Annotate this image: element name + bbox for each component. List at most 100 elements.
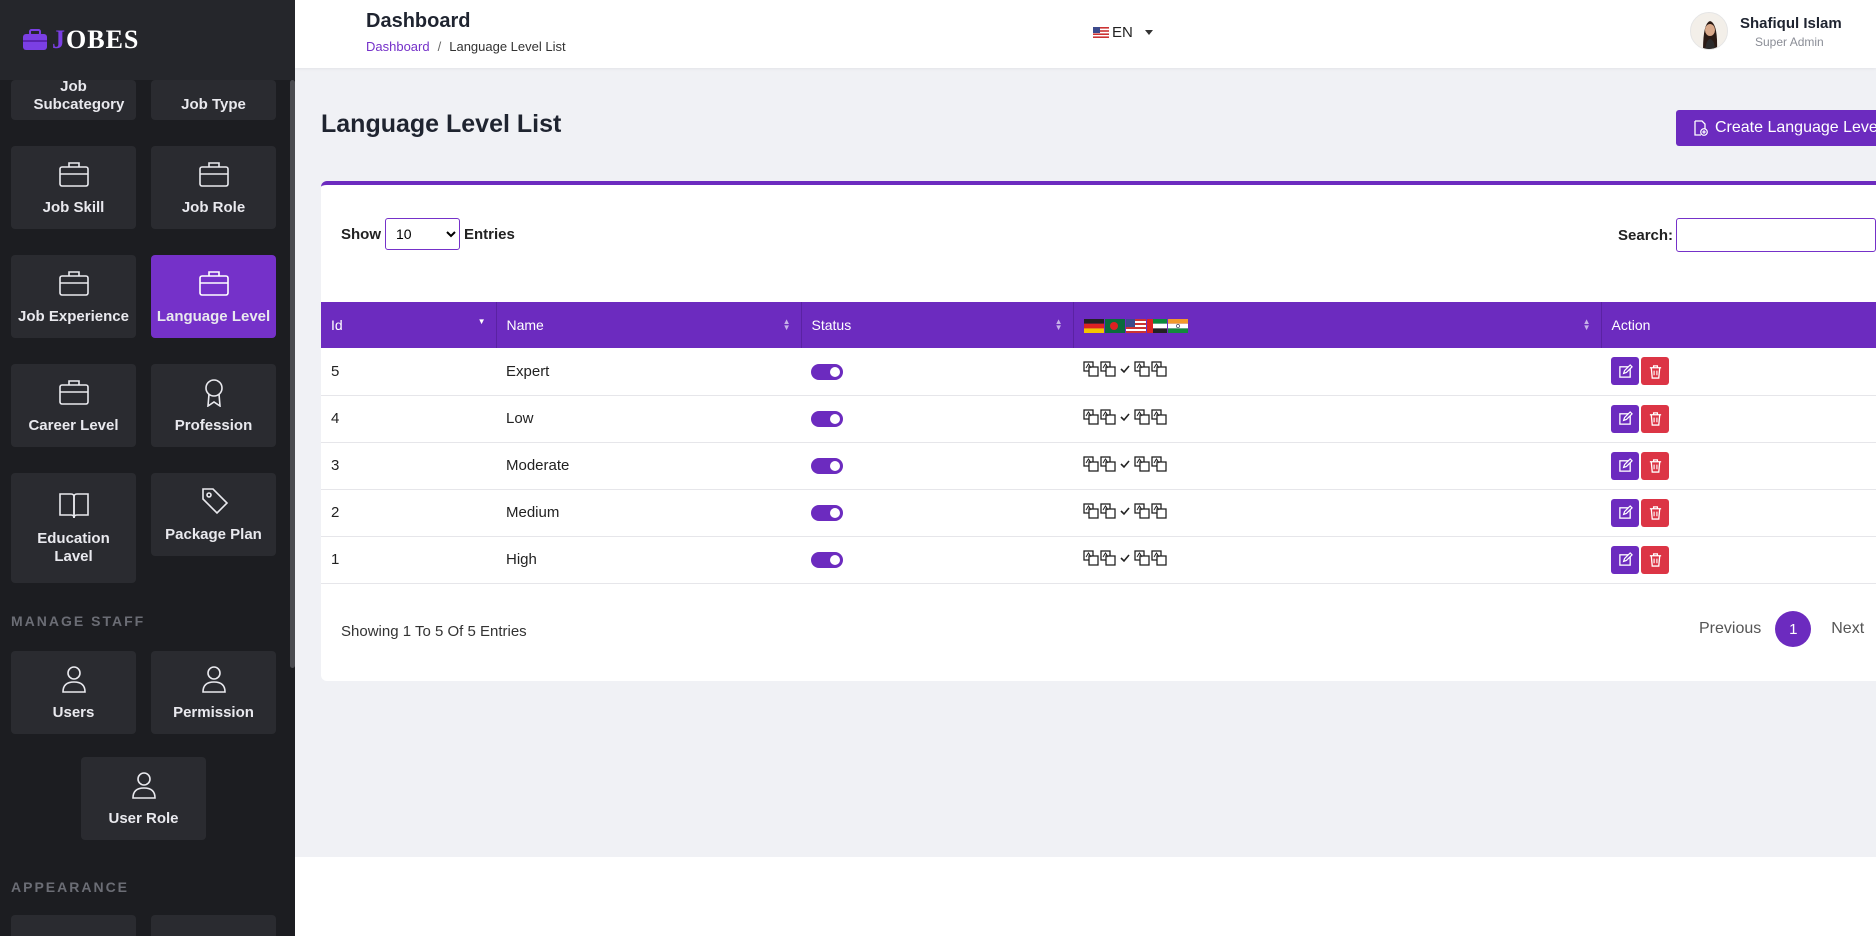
create-language-level-button[interactable]: Create Language Level xyxy=(1676,110,1876,146)
cell-name: Moderate xyxy=(506,457,570,474)
chevron-down-icon xyxy=(1144,30,1153,35)
breadcrumb-home-link[interactable]: Dashboard xyxy=(366,39,430,54)
sidebar-scrollbar-thumb[interactable] xyxy=(290,80,295,668)
sidebar-tile-education-level[interactable]: Education Lavel xyxy=(11,473,136,583)
column-header-label: Name xyxy=(506,317,544,333)
pagination: Previous 1 Next xyxy=(1699,611,1864,647)
logo[interactable]: JOBES xyxy=(0,0,295,80)
delete-button[interactable] xyxy=(1641,357,1669,386)
table-row: 4 Low xyxy=(321,395,1876,442)
sidebar-tile-partial[interactable] xyxy=(151,915,276,936)
translate-icon xyxy=(1151,361,1167,377)
cell-translations xyxy=(1073,536,1601,583)
sort-desc-icon: ▼ xyxy=(477,317,486,326)
trash-icon xyxy=(1649,553,1661,567)
check-icon xyxy=(1120,412,1130,421)
sidebar-tile-job-subcategory[interactable]: Job Subcategory xyxy=(11,78,136,120)
list-card: Show 10 25 50 100 Entries Search: Id ▼ Na… xyxy=(321,181,1876,681)
status-toggle[interactable] xyxy=(811,458,843,475)
us-flag-icon xyxy=(1093,27,1109,38)
translate-icon xyxy=(1151,455,1167,472)
sidebar-tile-partial[interactable] xyxy=(11,915,136,936)
sidebar-tile-job-role[interactable]: Job Role xyxy=(151,146,276,229)
sidebar-tile-job-type[interactable]: Job Type xyxy=(151,80,276,120)
cell-name: High xyxy=(506,551,537,568)
check-icon xyxy=(1120,506,1130,515)
page-title: Language Level List xyxy=(321,110,562,138)
topbar: Dashboard Dashboard / Language Level List … xyxy=(295,0,1876,68)
status-toggle[interactable] xyxy=(811,411,843,428)
logo-text: JOBES xyxy=(52,25,140,54)
search-control: Search: xyxy=(1618,218,1876,252)
page-button-1[interactable]: 1 xyxy=(1775,611,1812,647)
edit-button[interactable] xyxy=(1611,357,1639,386)
edit-icon xyxy=(1618,458,1633,472)
status-toggle[interactable] xyxy=(811,505,843,522)
cell-translations xyxy=(1073,442,1601,489)
sidebar-tile-profession[interactable]: Profession xyxy=(151,364,276,447)
tile-label: Job Experience xyxy=(18,307,129,325)
tile-label: Job Subcategory xyxy=(33,78,125,113)
translation-status xyxy=(1083,361,1167,377)
sidebar-tile-career-level[interactable]: Career Level xyxy=(11,364,136,447)
search-input[interactable] xyxy=(1676,218,1876,252)
translate-icon xyxy=(1134,361,1150,377)
cell-status xyxy=(801,348,1073,395)
edit-icon xyxy=(1618,505,1633,519)
delete-button[interactable] xyxy=(1641,498,1669,527)
edit-button[interactable] xyxy=(1611,545,1639,574)
briefcase-icon xyxy=(58,379,89,405)
sort-icon: ▲ ▼ xyxy=(1582,317,1591,332)
sidebar-tile-user-role[interactable]: User Role xyxy=(81,757,206,840)
status-toggle[interactable] xyxy=(811,552,843,569)
column-header-label: Id xyxy=(331,317,343,333)
column-header-name[interactable]: Name ▲ ▼ xyxy=(496,302,802,348)
briefcase-icon xyxy=(58,161,89,187)
translation-status xyxy=(1083,408,1167,425)
translate-icon xyxy=(1151,408,1167,425)
translate-icon xyxy=(1083,502,1099,519)
tile-label: Package Plan xyxy=(165,525,262,543)
user-icon xyxy=(131,771,156,799)
translate-icon xyxy=(1151,549,1167,566)
translate-icon xyxy=(1100,408,1116,425)
section-label-appearance: APPEARANCE xyxy=(11,879,130,895)
tile-label: Job Type xyxy=(181,96,246,113)
edit-button[interactable] xyxy=(1611,404,1639,433)
cell-actions xyxy=(1601,395,1876,442)
check-icon xyxy=(1120,365,1130,374)
sidebar-tile-language-level[interactable]: Language Level xyxy=(151,255,276,338)
briefcase-logo-icon xyxy=(23,29,47,50)
table-row: 1 High xyxy=(321,536,1876,583)
edit-button[interactable] xyxy=(1611,451,1639,480)
delete-button[interactable] xyxy=(1641,404,1669,433)
sidebar-tile-permission[interactable]: Permission xyxy=(151,651,276,734)
sidebar-tile-job-skill[interactable]: Job Skill xyxy=(11,146,136,229)
delete-button[interactable] xyxy=(1641,451,1669,480)
column-header-id[interactable]: Id ▼ xyxy=(321,302,497,348)
edit-icon xyxy=(1618,552,1633,566)
status-toggle[interactable] xyxy=(811,363,843,380)
column-header-status[interactable]: Status ▲ ▼ xyxy=(801,302,1074,348)
trash-icon xyxy=(1649,364,1661,379)
avatar[interactable] xyxy=(1690,12,1728,50)
page-size-select[interactable]: 10 25 50 100 xyxy=(385,218,460,250)
tag-icon xyxy=(201,487,228,514)
column-header-translations[interactable]: ▲ ▼ xyxy=(1073,302,1602,348)
table-row: 2 Medium xyxy=(321,489,1876,536)
language-level-table: Id ▼ Name ▲ ▼ Status ▲ ▼ ▲ ▼ Action 5 Ex… xyxy=(321,302,1876,584)
sidebar-tile-package-plan[interactable]: Package Plan xyxy=(151,473,276,556)
next-button[interactable]: Next xyxy=(1831,620,1864,638)
tile-label: Job Skill xyxy=(42,198,105,216)
cell-actions xyxy=(1601,442,1876,489)
sidebar-tile-users[interactable]: Users xyxy=(11,651,136,734)
language-flags xyxy=(1083,319,1188,334)
language-selector[interactable]: EN xyxy=(1093,24,1153,41)
previous-button[interactable]: Previous xyxy=(1699,620,1761,638)
award-icon xyxy=(204,378,223,407)
cell-translations xyxy=(1073,489,1601,536)
delete-button[interactable] xyxy=(1641,545,1669,574)
edit-button[interactable] xyxy=(1611,498,1639,527)
sidebar-tile-job-experience[interactable]: Job Experience xyxy=(11,255,136,338)
cell-translations xyxy=(1073,395,1601,442)
